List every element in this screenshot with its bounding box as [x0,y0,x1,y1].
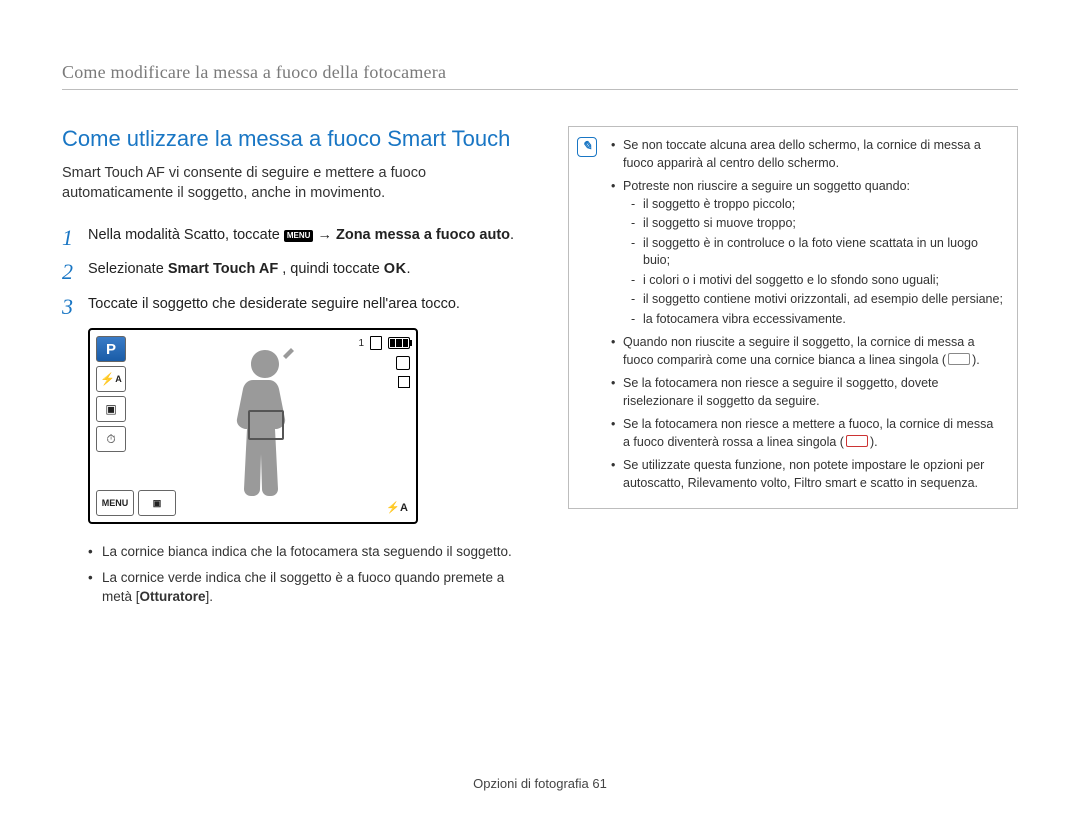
note-3: Quando non riuscite a seguire il soggett… [611,334,1003,369]
note-2a: il soggetto è troppo piccolo; [631,196,1003,214]
step-1: Nella modalità Scatto, toccate MENU → Zo… [62,225,532,245]
sub-bullet-1: La cornice bianca indica che la fotocame… [88,542,532,562]
focus-mode-icon: ▣ [96,396,126,422]
note-5b: ). [870,435,878,449]
sub-bullet-2-bold: Otturatore [140,589,206,604]
sub-bullet-2: La cornice verde indica che il soggetto … [88,568,532,607]
flash-auto-icon: ⚡A [96,366,126,392]
note-6: Se utilizzate questa funzione, non potet… [611,457,1003,492]
right-column: ✎ Se non toccate alcuna area dello scher… [568,126,1018,613]
step1-text-c: . [510,227,514,243]
step2-bold: Smart Touch AF [168,261,278,277]
timer-icon: ⏱ [96,426,126,452]
running-header: Come modificare la messa a fuoco della f… [62,62,1018,90]
note-5a: Se la fotocamera non riesce a mettere a … [623,417,993,449]
flash-status-icon: ⚡A [386,501,408,514]
shot-counter: 1 [358,338,364,349]
step2-text-a: Selezionate [88,261,168,277]
note-2e: il soggetto contiene motivi orizzontali,… [631,291,1003,309]
red-frame-icon [846,435,868,447]
note-2d: i colori o i motivi del soggetto e lo sf… [631,272,1003,290]
note-1: Se non toccate alcuna area dello schermo… [611,137,1003,172]
camera-screen-illustration: P ⚡A ▣ ⏱ MENU ▣ 1 [88,328,418,524]
sub-bullet-list: La cornice bianca indica che la fotocame… [88,542,532,607]
step1-text-a: Nella modalità Scatto, toccate [88,227,284,243]
note-4: Se la fotocamera non riesce a seguire il… [611,375,1003,410]
intro-paragraph: Smart Touch AF vi consente di seguire e … [62,164,532,203]
menu-button-icon: MENU [96,490,134,516]
step1-bold: Zona messa a fuoco auto [336,227,510,243]
step-3: Toccate il soggetto che desiderate segui… [62,294,532,314]
ok-icon: OK [384,261,407,277]
quality-icon [396,356,410,370]
white-frame-icon [948,353,970,365]
page-number: 61 [592,776,606,791]
note-3a: Quando non riuscite a seguire il soggett… [623,335,975,367]
footer-section: Opzioni di fotografia [473,776,592,791]
note-2-lead: Potreste non riuscire a seguire un sogge… [623,179,910,193]
sub-bullet-2b: ]. [206,589,214,604]
note-box: ✎ Se non toccate alcuna area dello scher… [568,126,1018,509]
step2-text-c: . [407,261,411,277]
menu-icon: MENU [284,230,314,242]
status-icons: 1 [358,336,410,388]
battery-icon [388,337,410,349]
note-icon: ✎ [577,137,597,157]
step2-text-b: , quindi toccate [282,261,384,277]
page-footer: Opzioni di fotografia 61 [0,776,1080,791]
mode-p-icon: P [96,336,126,362]
note-2c: il soggetto è in controluce o la foto vi… [631,235,1003,270]
left-column: Come utlizzare la messa a fuoco Smart To… [62,126,532,613]
note-2b: il soggetto si muove troppo; [631,215,1003,233]
note-2: Potreste non riuscire a seguire un sogge… [611,178,1003,328]
note-5: Se la fotocamera non riesce a mettere a … [611,416,1003,451]
step-2: Selezionate Smart Touch AF , quindi tocc… [62,259,532,279]
section-heading: Come utlizzare la messa a fuoco Smart To… [62,126,532,152]
display-mode-icon: ▣ [138,490,176,516]
sd-card-icon [370,336,382,350]
steps-list: Nella modalità Scatto, toccate MENU → Zo… [62,225,532,314]
note-3b: ). [972,353,980,367]
size-icon [398,376,410,388]
focus-frame-icon [248,410,284,440]
step1-text-b: → [317,227,336,243]
note-2f: la fotocamera vibra eccessivamente. [631,311,1003,329]
